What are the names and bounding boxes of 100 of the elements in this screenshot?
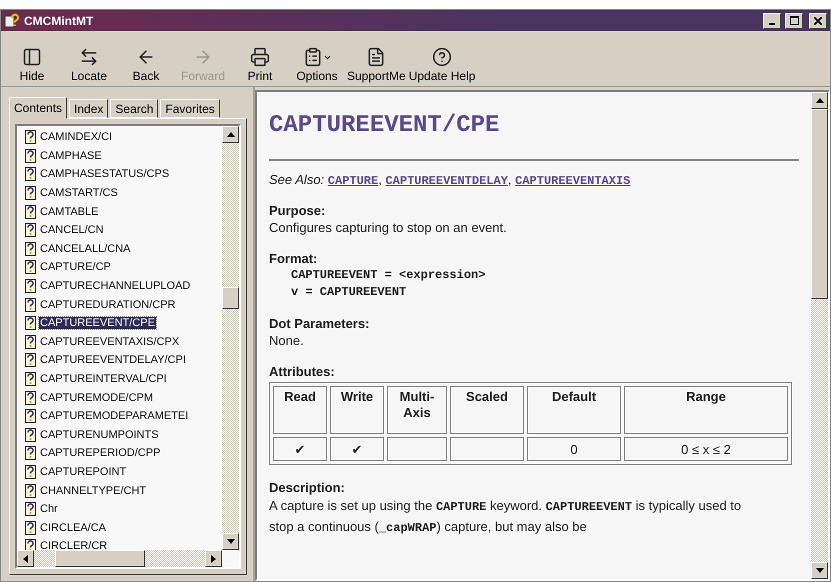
tree-item[interactable]: CAMTABLE [39, 206, 100, 218]
table-cell: 0 ≤ x ≤ 2 [624, 437, 788, 461]
tree-item[interactable]: CAPTUREEVENT/CPE [39, 317, 156, 330]
help-page-icon [25, 446, 36, 460]
help-page-icon [25, 502, 36, 516]
tree-item[interactable]: CAPTUREMODEPARAMETEI [39, 410, 190, 422]
help-file-icon [4, 13, 20, 28]
tree-item[interactable]: CIRCLEA/CA [39, 522, 108, 534]
tree-item[interactable]: CAPTUREDURATION/CPR [39, 298, 176, 311]
help-page-icon [25, 148, 36, 163]
section-heading: Format: [269, 250, 318, 267]
maximize-icon [790, 16, 798, 25]
help-page-icon [25, 279, 36, 294]
tab[interactable]: Index [69, 99, 108, 118]
tree-item[interactable]: CAMSTART/CS [39, 187, 119, 200]
help-page-icon [25, 539, 36, 550]
horizontal-scrollbar[interactable] [17, 550, 222, 567]
help-page-icon [25, 409, 36, 424]
tree-item[interactable]: CAPTUREMODE/CPM [39, 392, 154, 404]
tree-item[interactable]: Chr [39, 503, 59, 516]
comma: , [378, 172, 382, 187]
scroll-up-arrow-icon [816, 96, 824, 104]
printer-icon [250, 47, 270, 67]
section-heading: Description: [269, 479, 346, 496]
vertical-scrollbar[interactable] [222, 126, 239, 550]
tree-item[interactable]: CANCEL/CN [39, 224, 105, 236]
toolbar-button[interactable]: SupportMe [347, 47, 406, 83]
section-heading: Attributes: [269, 363, 336, 380]
scroll-thumb[interactable] [54, 550, 144, 567]
section-heading: Purpose: [269, 202, 326, 219]
help-icon [432, 47, 452, 67]
scroll-down-arrow-icon [226, 538, 234, 546]
help-page-icon [25, 167, 36, 182]
help-page-icon [25, 334, 36, 349]
code-line: CAPTUREEVENT = <expression> [290, 267, 486, 284]
toolbar-button[interactable]: Options [290, 47, 344, 83]
help-page-icon [25, 130, 36, 144]
vertical-scrollbar[interactable] [811, 92, 828, 579]
help-page-icon [25, 520, 36, 535]
help-page-icon [25, 428, 36, 442]
tree-item[interactable]: CAPTUREEVENTAXIS/CPX [39, 336, 180, 348]
tree-item[interactable]: CHANNELTYPE/CHT [39, 484, 148, 497]
scroll-thumb[interactable] [811, 109, 828, 299]
help-page-icon [25, 390, 36, 405]
table-cell: ✔ [330, 437, 384, 461]
toolbar-button[interactable]: Print [233, 47, 287, 83]
column-header: Read [273, 386, 327, 434]
table-cell [387, 437, 447, 461]
comma: , [508, 172, 512, 187]
tab[interactable]: Contents [9, 97, 68, 119]
tab[interactable]: Favorites [160, 99, 220, 118]
window-title: CMCMintMT [24, 14, 94, 28]
toolbar-button[interactable]: Back [119, 47, 173, 83]
help-page-icon [25, 353, 36, 368]
table-cell: 0 [527, 437, 621, 461]
see-also-link[interactable]: CAPTURE [328, 174, 378, 188]
sync-arrows-icon [79, 47, 99, 67]
tree-item[interactable]: CANCELALL/CNA [39, 242, 132, 255]
tree-item[interactable]: CAMPHASESTATUS/CPS [39, 168, 170, 180]
help-page-icon [25, 242, 36, 256]
tree-item[interactable]: CAPTURENUMPOINTS [39, 428, 160, 441]
tree-item[interactable]: CAMINDEX/CI [39, 131, 114, 144]
tree-item[interactable]: CAPTUREPOINT [39, 466, 128, 478]
tree-item[interactable]: CAPTUREEVENTDELAY/CPI [39, 354, 187, 366]
toolbar-button[interactable]: Hide [5, 47, 59, 83]
document-icon [366, 47, 386, 67]
clipboard-icon [302, 47, 322, 67]
scroll-left-arrow-icon [22, 554, 30, 562]
close-icon [814, 16, 822, 24]
toolbar-button[interactable]: Locate [62, 47, 116, 83]
help-page-icon [25, 298, 36, 312]
panel-icon [22, 47, 42, 67]
scroll-right-arrow-icon [210, 554, 218, 562]
tree-item[interactable]: CAPTURECHANNELUPLOAD [39, 280, 192, 292]
help-page-icon [25, 204, 36, 219]
column-header: Default [527, 386, 621, 434]
scroll-thumb[interactable] [222, 287, 239, 309]
maximize-button[interactable] [785, 12, 803, 28]
see-also-link[interactable]: CAPTUREEVENTDELAY [385, 174, 508, 188]
section-heading: Dot Parameters: [269, 315, 370, 332]
tab[interactable]: Search [110, 99, 158, 118]
tree-item[interactable]: CAPTUREINTERVAL/CPI [39, 373, 168, 386]
minimize-button[interactable] [763, 12, 781, 28]
help-page-icon [25, 186, 36, 200]
help-page-icon [25, 464, 36, 479]
help-page-icon [25, 260, 36, 274]
scroll-up-arrow-icon [226, 130, 234, 138]
column-header: Write [330, 386, 384, 434]
see-also-link[interactable]: CAPTUREEVENTAXIS [515, 174, 630, 188]
toolbar-button[interactable]: Update Help [408, 47, 476, 83]
minimize-icon [769, 23, 775, 25]
column-header: Multi-Axis [387, 386, 447, 434]
column-header: Range [624, 386, 788, 434]
tree-item[interactable]: CAPTUREPERIOD/CPP [39, 447, 162, 460]
tree-item[interactable]: CAMPHASE [39, 150, 103, 162]
close-button[interactable] [809, 12, 827, 28]
tree-item[interactable]: CAPTURE/CP [39, 261, 112, 274]
tree-item[interactable]: CIRCLER/CR [39, 540, 108, 550]
dot-parameters-text: None. [269, 332, 305, 349]
see-also-label: See Also: [269, 172, 324, 187]
